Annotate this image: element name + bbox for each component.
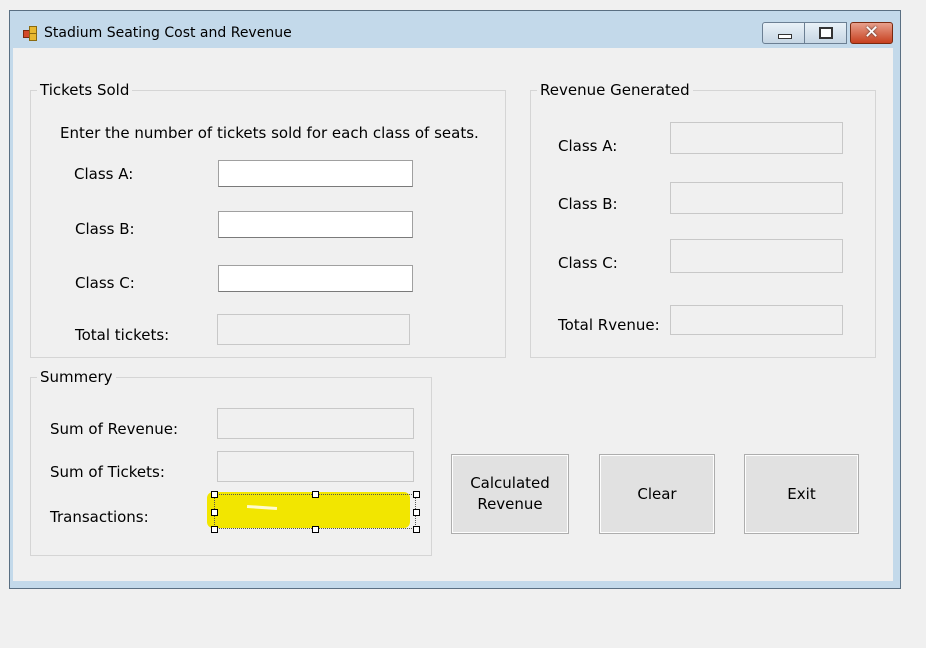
class-c-tickets-label: Class C: — [75, 274, 135, 292]
sum-tickets-label: Sum of Tickets: — [50, 463, 165, 481]
calculate-revenue-button[interactable]: Calculated Revenue — [451, 454, 569, 534]
class-c-revenue-output — [670, 239, 843, 273]
resize-handle-s[interactable] — [312, 526, 319, 533]
clear-button[interactable]: Clear — [599, 454, 715, 534]
total-tickets-output — [217, 314, 410, 345]
minimize-icon — [778, 34, 792, 39]
resize-handle-se[interactable] — [413, 526, 420, 533]
clear-label: Clear — [637, 484, 677, 503]
calculate-revenue-label: Calculated Revenue — [470, 474, 550, 513]
resize-handle-w[interactable] — [211, 509, 218, 516]
maximize-icon — [819, 27, 833, 39]
resize-handle-e[interactable] — [413, 509, 420, 516]
class-c-tickets-input[interactable] — [218, 265, 413, 292]
title-bar[interactable]: Stadium Seating Cost and Revenue ✕ — [10, 11, 900, 49]
class-b-revenue-output — [670, 182, 843, 214]
revenue-generated-title: Revenue Generated — [537, 81, 693, 99]
resize-handle-nw[interactable] — [211, 491, 218, 498]
class-a-tickets-input[interactable] — [218, 160, 413, 187]
close-button[interactable]: ✕ — [850, 22, 893, 44]
class-a-revenue-output — [670, 122, 843, 154]
class-b-tickets-input[interactable] — [218, 211, 413, 238]
window-title: Stadium Seating Cost and Revenue — [44, 25, 292, 41]
class-b-revenue-label: Class B: — [558, 195, 618, 213]
close-icon: ✕ — [863, 22, 880, 43]
resize-handle-n[interactable] — [312, 491, 319, 498]
maximize-button[interactable] — [805, 22, 847, 44]
class-c-revenue-label: Class C: — [558, 254, 618, 272]
class-b-tickets-label: Class B: — [75, 220, 135, 238]
exit-label: Exit — [787, 484, 816, 503]
app-icon — [22, 25, 38, 41]
sum-tickets-output — [217, 451, 414, 482]
total-tickets-label: Total tickets: — [75, 326, 170, 344]
summary-title: Summery — [37, 368, 116, 386]
sum-revenue-label: Sum of Revenue: — [50, 420, 179, 438]
transactions-label: Transactions: — [50, 508, 149, 526]
resize-handle-sw[interactable] — [211, 526, 218, 533]
total-revenue-output — [670, 305, 843, 335]
tickets-instructions: Enter the number of tickets sold for eac… — [60, 124, 479, 142]
transactions-output[interactable] — [214, 494, 416, 529]
total-revenue-label: Total Rvenue: — [558, 316, 660, 334]
tickets-sold-title: Tickets Sold — [37, 81, 133, 99]
class-a-tickets-label: Class A: — [74, 165, 134, 183]
exit-button[interactable]: Exit — [744, 454, 859, 534]
sum-revenue-output — [217, 408, 414, 439]
resize-handle-ne[interactable] — [413, 491, 420, 498]
minimize-button[interactable] — [762, 22, 805, 44]
class-a-revenue-label: Class A: — [558, 137, 618, 155]
